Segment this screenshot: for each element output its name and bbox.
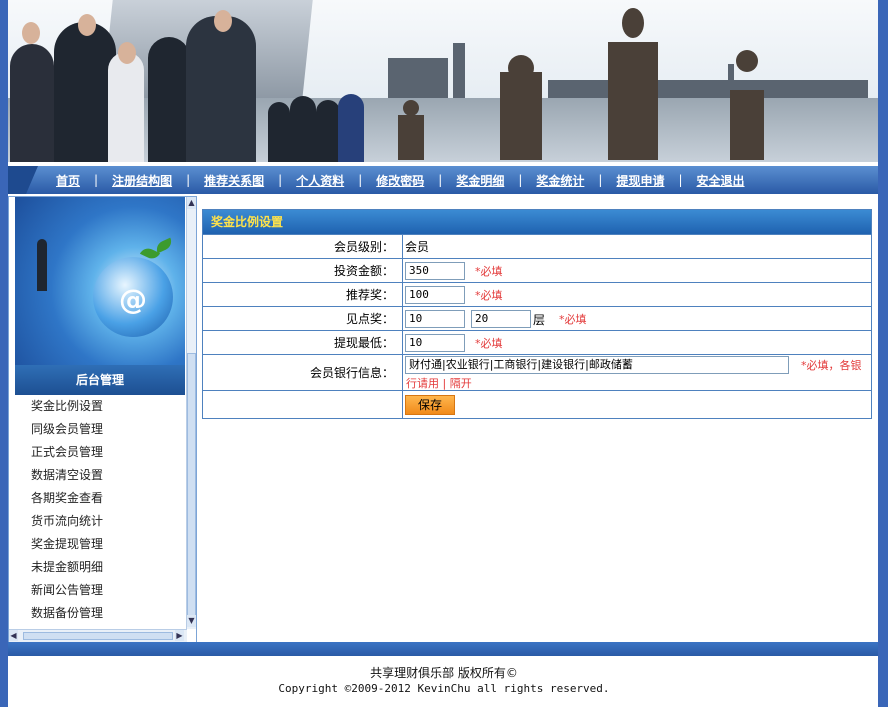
scroll-thumb[interactable]	[187, 353, 196, 619]
min-withdraw-required: *必填	[475, 337, 503, 350]
footer-copyright-en: Copyright ©2009-2012 KevinChu all rights…	[278, 682, 610, 695]
investment-label: 投资金额：	[203, 259, 403, 283]
sidebar-item-clear-data[interactable]: 数据清空设置	[15, 464, 185, 487]
scroll-down-icon[interactable]: ▼	[187, 615, 196, 627]
left-border	[0, 0, 8, 707]
sidebar-item-unwithdrawn[interactable]: 未提金额明细	[15, 556, 185, 579]
point-bonus-input[interactable]: 10	[405, 310, 465, 328]
min-withdraw-input[interactable]: 10	[405, 334, 465, 352]
sidebar-item-formal-members[interactable]: 正式会员管理	[15, 441, 185, 464]
row-bank-info: 会员银行信息： 财付通|农业银行|工商银行|建设银行|邮政储蓄 *必填，各银 行…	[203, 354, 871, 391]
nav-logout[interactable]: 安全退出	[689, 172, 753, 189]
bank-info-input[interactable]: 财付通|农业银行|工商银行|建设银行|邮政储蓄	[405, 356, 789, 374]
point-bonus-required: *必填	[559, 313, 587, 326]
member-level-value: 会员	[405, 240, 430, 254]
scroll-thumb[interactable]	[23, 632, 173, 640]
sidebar-item-peer-members[interactable]: 同级会员管理	[15, 418, 185, 441]
at-sign-icon: @	[119, 283, 147, 316]
sidebar-title: 后台管理	[15, 365, 185, 395]
nav-bonus-detail[interactable]: 奖金明细	[448, 172, 512, 189]
investment-input[interactable]: 350	[405, 262, 465, 280]
sidebar-item-bonus-ratio[interactable]: 奖金比例设置	[15, 395, 185, 418]
nav-items: 首页 | 注册结构图 | 推荐关系图 | 个人资料 | 修改密码 | 奖金明细 …	[48, 166, 753, 194]
scroll-right-icon[interactable]: ▶	[175, 630, 184, 641]
nav-separator: |	[598, 173, 603, 187]
row-investment: 投资金额： 350 *必填	[203, 258, 871, 283]
point-bonus-label: 见点奖：	[203, 307, 403, 331]
sidebar-item-backup[interactable]: 数据备份管理	[15, 602, 185, 625]
nav-separator: |	[678, 173, 683, 187]
investment-required: *必填	[475, 265, 503, 278]
sidebar-item-currency-flow[interactable]: 货币流向统计	[15, 510, 185, 533]
bank-info-required: *必填，各银	[801, 359, 862, 372]
sidebar-illustration: @	[15, 197, 185, 365]
row-min-withdraw: 提现最低： 10 *必填	[203, 330, 871, 355]
nav-separator: |	[358, 173, 363, 187]
sidebar-menu: 奖金比例设置 同级会员管理 正式会员管理 数据清空设置 各期奖金查看 货币流向统…	[15, 395, 185, 625]
nav-bonus-stats[interactable]: 奖金统计	[528, 172, 592, 189]
business-figure	[37, 239, 47, 291]
row-point-bonus: 见点奖： 10 20 层 *必填	[203, 306, 871, 331]
row-referral: 推荐奖： 100 *必填	[203, 282, 871, 307]
sidebar-horizontal-scrollbar[interactable]: ◀ ▶	[9, 629, 187, 642]
row-member-level: 会员级别： 会员	[203, 234, 871, 259]
referral-required: *必填	[475, 289, 503, 302]
nav-home[interactable]: 首页	[48, 172, 88, 189]
sidebar-frame: @ 后台管理 奖金比例设置 同级会员管理 正式会员管理 数据清空设置 各期奖金查…	[8, 196, 197, 644]
sidebar-item-news[interactable]: 新闻公告管理	[15, 579, 185, 602]
bonus-ratio-form: 奖金比例设置 会员级别： 会员 投资金额： 350 *必填 推荐奖： 100 *…	[202, 209, 872, 419]
nav-referral-tree[interactable]: 推荐关系图	[196, 172, 272, 189]
point-levels-input[interactable]: 20	[471, 310, 531, 328]
sidebar-item-withdraw-manage[interactable]: 奖金提现管理	[15, 533, 185, 556]
bank-info-required-cont: 行请用 | 隔开	[406, 377, 472, 390]
bottom-bar	[8, 642, 878, 656]
save-row-label	[203, 391, 403, 418]
nav-change-password[interactable]: 修改密码	[368, 172, 432, 189]
nav-separator: |	[438, 173, 443, 187]
sidebar-item-period-bonus[interactable]: 各期奖金查看	[15, 487, 185, 510]
min-withdraw-label: 提现最低：	[203, 331, 403, 355]
save-button[interactable]: 保存	[405, 395, 455, 415]
nav-separator: |	[278, 173, 283, 187]
nav-separator: |	[518, 173, 523, 187]
nav-separator: |	[94, 173, 99, 187]
nav-withdraw[interactable]: 提现申请	[608, 172, 672, 189]
page-frame: 首页 | 注册结构图 | 推荐关系图 | 个人资料 | 修改密码 | 奖金明细 …	[0, 0, 888, 707]
right-border	[878, 0, 888, 707]
nav-register-structure[interactable]: 注册结构图	[104, 172, 180, 189]
form-title: 奖金比例设置	[203, 210, 871, 234]
row-save: 保存	[203, 390, 871, 418]
scroll-left-icon[interactable]: ◀	[9, 630, 18, 641]
nav-separator: |	[186, 173, 191, 187]
footer-copyright-cn: 共享理财俱乐部 版权所有©	[370, 666, 518, 680]
header-banner	[8, 0, 878, 162]
nav-profile[interactable]: 个人资料	[288, 172, 352, 189]
top-nav-bar: 首页 | 注册结构图 | 推荐关系图 | 个人资料 | 修改密码 | 奖金明细 …	[8, 166, 878, 194]
scroll-up-icon[interactable]: ▲	[187, 197, 196, 209]
bank-info-label: 会员银行信息：	[203, 355, 403, 391]
member-level-label: 会员级别：	[203, 235, 403, 259]
nav-corner-decoration	[8, 166, 38, 194]
point-levels-unit: 层	[533, 313, 546, 327]
referral-input[interactable]: 100	[405, 286, 465, 304]
referral-label: 推荐奖：	[203, 283, 403, 307]
sidebar-vertical-scrollbar[interactable]: ▲ ▼	[186, 197, 196, 629]
